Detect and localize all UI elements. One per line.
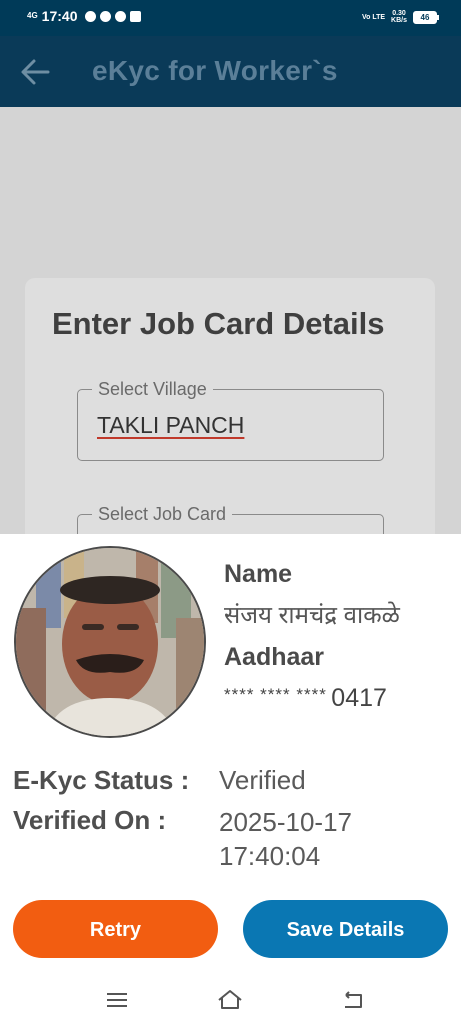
back-nav-icon[interactable] [340, 988, 366, 1012]
net-speed-unit: KB/s [391, 17, 407, 24]
system-nav-bar [0, 976, 461, 1024]
status-left: 4G 17:40 [27, 8, 142, 24]
aadhaar-value: **** **** **** 0417 [224, 684, 387, 713]
verified-on-time: 17:40:04 [219, 841, 321, 871]
net-speed-value: 0.30 [392, 10, 406, 17]
facebook-icon [130, 10, 142, 22]
page-title: eKyc for Worker`s [92, 55, 338, 86]
avatar [14, 546, 206, 738]
ekyc-result-sheet: Name संजय रामचंद्र वाकळे Aadhaar **** **… [0, 534, 461, 976]
network-indicator: 4G [27, 11, 38, 20]
aadhaar-label: Aadhaar [224, 643, 325, 671]
verified-on-label: Verified On : [13, 805, 167, 835]
aadhaar-masked: **** **** **** [224, 685, 327, 704]
chat-icon [85, 10, 97, 22]
status-time: 17:40 [41, 8, 78, 24]
village-select[interactable]: Select Village TAKLI PANCH [77, 379, 384, 461]
ekyc-status-label: E-Kyc Status : [13, 765, 190, 795]
job-card-form: Enter Job Card Details Select Village TA… [25, 278, 435, 586]
notification-icons [85, 10, 142, 22]
retry-button[interactable]: Retry [13, 900, 218, 958]
name-value: संजय रामचंद्र वाकळे [224, 602, 400, 629]
network-speed: 0.30 KB/s [391, 10, 407, 24]
home-icon[interactable] [216, 988, 242, 1012]
aadhaar-last4: 0417 [331, 684, 387, 712]
village-value: TAKLI PANCH [97, 412, 245, 438]
app-bar: eKyc for Worker`s [0, 36, 461, 107]
network-type: Vo LTE [361, 13, 386, 21]
battery-icon: 46 [413, 10, 439, 24]
message-icon [115, 10, 127, 22]
village-label: Select Village [92, 379, 213, 400]
whatsapp-icon [100, 10, 112, 22]
status-bar: 4G 17:40 Vo LTE 0.30 KB/s 46 [0, 0, 461, 36]
verified-on-value: 2025-10-17 17:40:04 [219, 805, 419, 873]
save-details-button[interactable]: Save Details [243, 900, 448, 958]
name-label: Name [224, 560, 293, 588]
ekyc-status-value: Verified [219, 765, 306, 795]
status-right: Vo LTE 0.30 KB/s 46 [361, 10, 439, 24]
menu-icon[interactable] [104, 988, 130, 1012]
form-title: Enter Job Card Details [52, 306, 385, 341]
back-arrow-icon[interactable] [20, 58, 50, 86]
job-card-label: Select Job Card [92, 504, 233, 525]
verified-on-date: 2025-10-17 [219, 807, 352, 837]
